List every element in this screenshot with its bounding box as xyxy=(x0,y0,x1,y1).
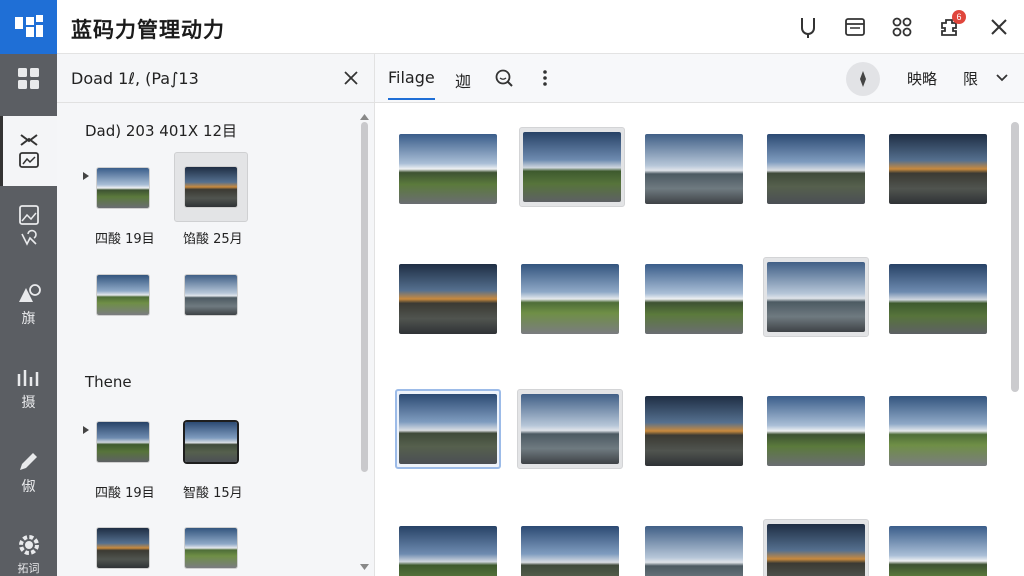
rail-label-settings: 拓词 xyxy=(17,562,40,575)
grid-image[interactable] xyxy=(643,523,745,576)
app-window: 蓝码力管理动力 6 旗 摄 俶 拓词 Doad 1ℓ, (Pa∫13 Dad) … xyxy=(0,0,1024,576)
grid-image[interactable] xyxy=(765,131,867,207)
rail-label-pencil: 俶 xyxy=(21,479,36,495)
rail-item-settings[interactable]: 拓词 xyxy=(0,532,57,576)
window-icon xyxy=(845,18,865,36)
tab-second[interactable]: 迦 xyxy=(455,68,471,92)
side-thumb-framed[interactable] xyxy=(178,414,244,470)
grid-image[interactable] xyxy=(519,523,621,576)
magnet-button[interactable] xyxy=(794,13,822,41)
main-area: Filage 迦 映略 限 xyxy=(375,54,1024,576)
close-window-button[interactable] xyxy=(985,13,1013,41)
grid-image[interactable] xyxy=(397,131,499,207)
rail-item-chart[interactable]: 摄 xyxy=(0,366,57,422)
side-thumb[interactable] xyxy=(90,160,156,216)
expand-arrow-icon[interactable] xyxy=(83,172,89,180)
pencil-icon xyxy=(19,453,37,470)
modules-icon xyxy=(892,17,912,37)
rail-item-pencil[interactable]: 俶 xyxy=(0,450,57,506)
rail-item-transfer[interactable] xyxy=(0,116,57,186)
grid-image-selected[interactable] xyxy=(517,389,623,469)
view-label[interactable]: 限 xyxy=(963,68,978,89)
logo-icon xyxy=(14,15,43,37)
pin-icon xyxy=(860,71,866,87)
side-panel: Doad 1ℓ, (Pa∫13 Dad) 203 401X 12目 四酸 19目… xyxy=(57,54,375,576)
grid-image[interactable] xyxy=(643,393,745,469)
grid-image[interactable] xyxy=(765,393,867,469)
side-thumb[interactable] xyxy=(178,520,244,576)
group-title-1: Dad) 203 401X 12目 xyxy=(85,122,238,140)
scroll-up-icon[interactable] xyxy=(360,114,369,120)
rail-item-shapes[interactable]: 旗 xyxy=(0,282,57,338)
group-title-2: Thene xyxy=(85,373,132,391)
plugin-button[interactable]: 6 xyxy=(935,10,966,41)
grid-image[interactable] xyxy=(887,261,989,337)
side-thumb-selected[interactable] xyxy=(174,152,248,222)
grid-image-focused[interactable] xyxy=(395,389,501,469)
window-button[interactable] xyxy=(841,13,869,41)
modules-button[interactable] xyxy=(888,13,916,41)
tab-filage[interactable]: Filage xyxy=(388,68,435,100)
close-icon xyxy=(344,71,358,85)
grid-image[interactable] xyxy=(519,261,621,337)
close-icon xyxy=(991,19,1007,35)
grid-image[interactable] xyxy=(397,523,499,576)
side-scroll-thumb[interactable] xyxy=(361,122,368,472)
dashboard-icon xyxy=(17,68,39,89)
grid-image[interactable] xyxy=(643,131,745,207)
thumb-caption: 馅酸 25月 xyxy=(183,232,243,247)
image-grid xyxy=(375,103,1024,576)
thumb-caption: 四酸 19目 xyxy=(95,486,155,501)
grid-image-selected[interactable] xyxy=(763,519,869,576)
search-button[interactable] xyxy=(493,67,515,89)
grid-image[interactable] xyxy=(397,261,499,337)
sort-label[interactable]: 映略 xyxy=(907,68,937,89)
magnet-icon xyxy=(801,18,815,38)
image-icon xyxy=(18,205,39,246)
nav-rail: 旗 摄 俶 拓词 xyxy=(0,54,57,576)
rail-label-shapes: 旗 xyxy=(21,311,36,327)
expand-arrow-icon[interactable] xyxy=(83,426,89,434)
side-panel-title: Doad 1ℓ, (Pa∫13 xyxy=(71,69,199,88)
side-scrollbar[interactable] xyxy=(359,114,369,570)
main-scroll-thumb[interactable] xyxy=(1011,122,1019,392)
main-toolbar: Filage 迦 映略 限 xyxy=(375,54,1024,103)
app-logo[interactable] xyxy=(0,0,57,54)
thumb-caption: 智酸 15月 xyxy=(183,486,243,501)
grid-image[interactable] xyxy=(643,261,745,337)
rail-item-dashboard[interactable] xyxy=(0,66,57,102)
notification-badge: 6 xyxy=(952,10,966,24)
chevron-down-icon xyxy=(996,74,1008,82)
scroll-down-icon[interactable] xyxy=(360,564,369,570)
pin-button[interactable] xyxy=(846,62,880,96)
main-scrollbar[interactable] xyxy=(1009,114,1021,576)
side-panel-close-button[interactable] xyxy=(341,68,361,88)
settings-icon xyxy=(18,535,39,555)
transfer-image-icon xyxy=(18,134,39,168)
side-thumb[interactable] xyxy=(90,414,156,470)
chart-icon xyxy=(17,370,38,386)
title-bar: 蓝码力管理动力 6 xyxy=(0,0,1024,54)
grid-image-selected[interactable] xyxy=(763,257,869,337)
side-thumb[interactable] xyxy=(178,267,244,323)
view-dropdown-button[interactable] xyxy=(991,67,1013,89)
shapes-icon xyxy=(18,284,41,302)
grid-image[interactable] xyxy=(887,523,989,576)
thumb-caption: 四酸 19目 xyxy=(95,232,155,247)
active-indicator xyxy=(0,116,3,186)
app-title: 蓝码力管理动力 xyxy=(71,18,225,42)
rail-label-chart: 摄 xyxy=(21,395,36,411)
grid-image[interactable] xyxy=(887,131,989,207)
side-thumb[interactable] xyxy=(90,267,156,323)
side-thumb[interactable] xyxy=(90,520,156,576)
rail-item-image[interactable] xyxy=(0,204,57,260)
more-menu-button[interactable] xyxy=(534,67,556,89)
grid-image-selected[interactable] xyxy=(519,127,625,207)
grid-image[interactable] xyxy=(887,393,989,469)
search-face-icon xyxy=(495,69,513,87)
side-panel-header: Doad 1ℓ, (Pa∫13 xyxy=(57,54,375,103)
more-vertical-icon xyxy=(543,70,547,86)
